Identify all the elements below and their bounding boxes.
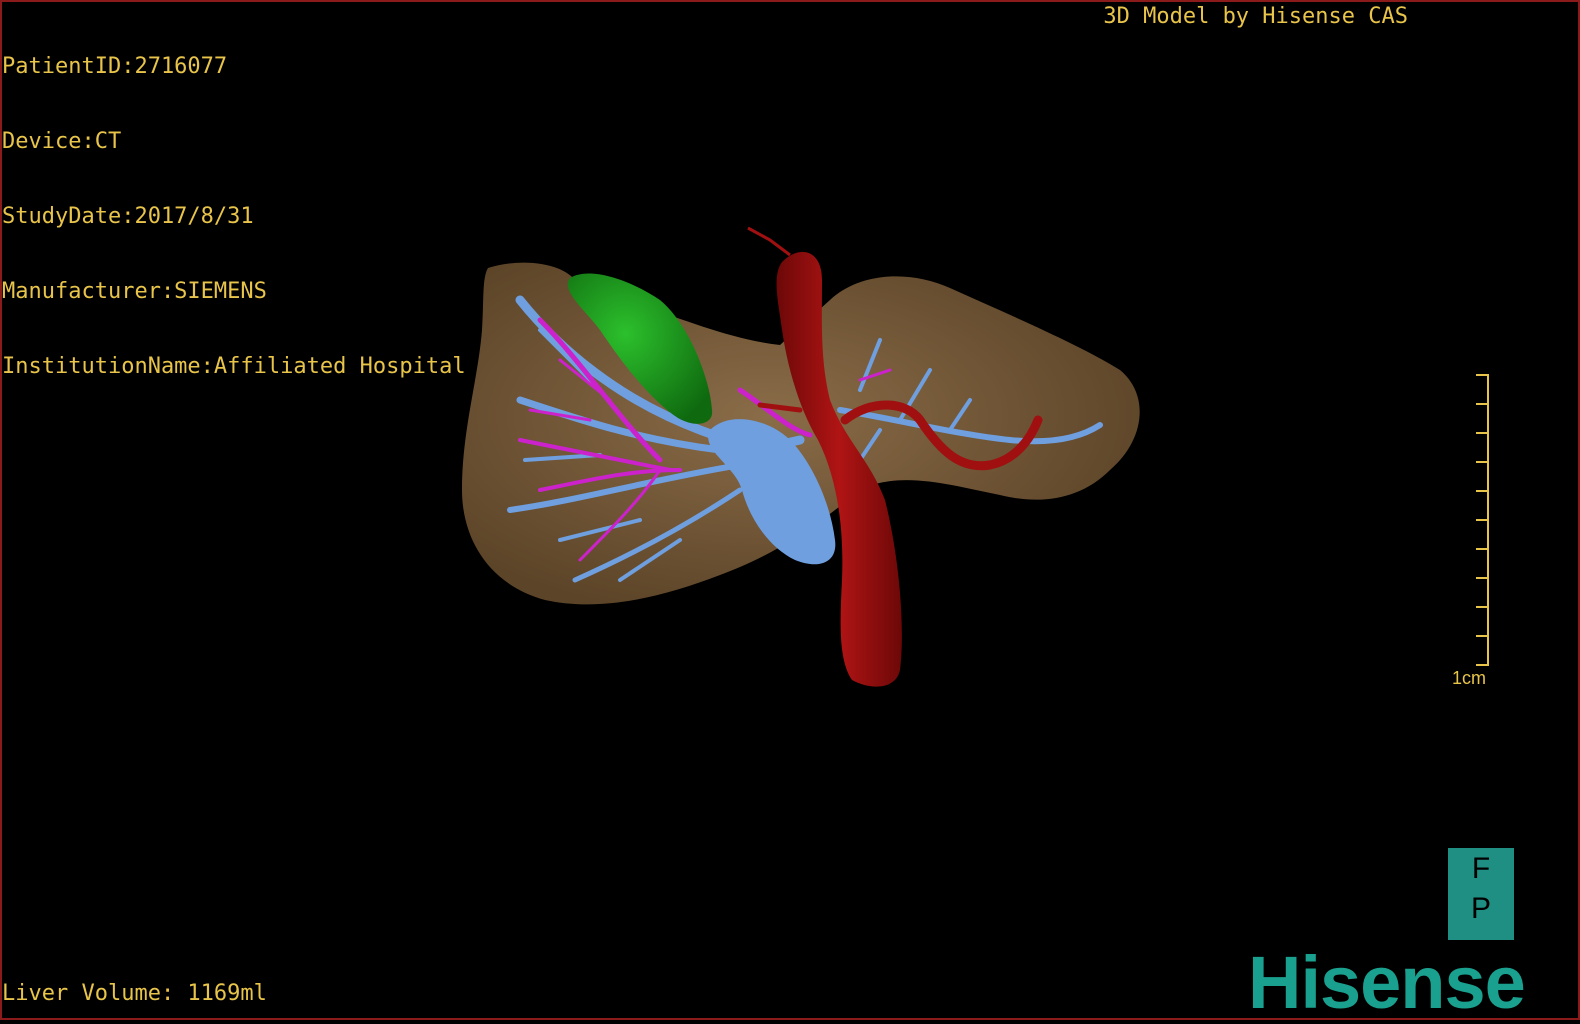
liver-volume-text: Liver Volume: 1169ml bbox=[2, 981, 267, 1006]
orientation-icon[interactable]: F P bbox=[1448, 848, 1514, 940]
scale-bar-label: 1cm bbox=[1452, 668, 1487, 688]
patient-id-text: PatientID:2716077 bbox=[2, 54, 228, 79]
scale-bar-icon bbox=[1476, 374, 1489, 666]
3d-model-viewport[interactable] bbox=[0, 150, 1580, 910]
hisense-logo-icon: Hisense bbox=[1248, 941, 1526, 1024]
orientation-top-label: F bbox=[1471, 852, 1491, 885]
model-credit-text: 3D Model by Hisense CAS bbox=[1103, 4, 1408, 29]
orientation-bottom-label: P bbox=[1470, 892, 1491, 925]
